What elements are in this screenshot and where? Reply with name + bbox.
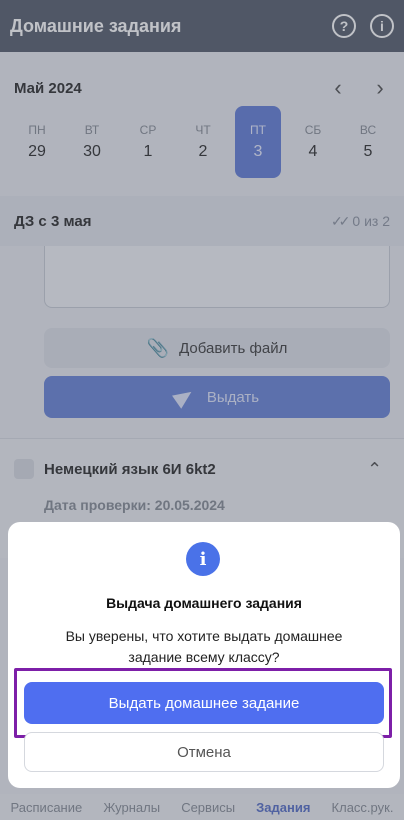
dialog-message: Вы уверены, что хотите выдать домашнее з…	[65, 628, 343, 665]
confirm-dialog: i Выдача домашнего задания Вы уверены, ч…	[8, 522, 400, 788]
cancel-button[interactable]: Отмена	[24, 732, 384, 772]
dialog-title: Выдача домашнего задания	[106, 595, 302, 611]
confirm-issue-button[interactable]: Выдать домашнее задание	[24, 682, 384, 724]
info-icon: i	[186, 542, 220, 576]
